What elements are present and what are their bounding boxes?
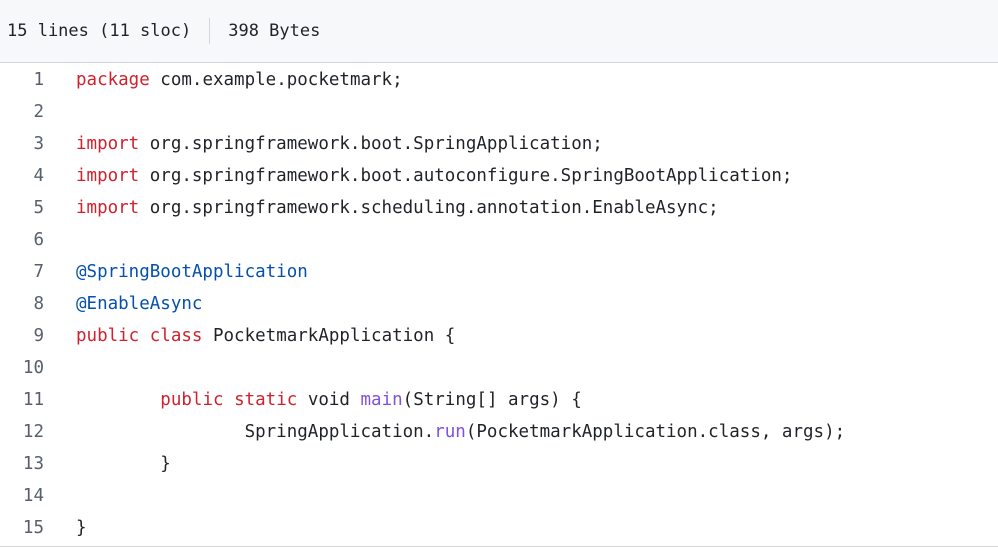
keyword-token: public bbox=[160, 390, 224, 410]
code-view-bottom-border bbox=[0, 546, 998, 547]
line-code: public class PocketmarkApplication { bbox=[76, 320, 455, 352]
line-number[interactable]: 11 bbox=[0, 384, 44, 416]
code-line: 2 bbox=[0, 96, 998, 128]
code-line: 5 import org.springframework.scheduling.a… bbox=[0, 192, 998, 224]
keyword-token: import bbox=[76, 134, 140, 154]
line-count: 15 lines (11 sloc) bbox=[7, 21, 192, 41]
keyword-token: public bbox=[76, 326, 140, 346]
line-number[interactable]: 15 bbox=[0, 512, 44, 544]
code-line: 8 @EnableAsync bbox=[0, 288, 998, 320]
line-code: @SpringBootApplication bbox=[76, 256, 308, 288]
annotation-token: @SpringBootApplication bbox=[76, 262, 308, 282]
code-token: org.springframework.boot.SpringApplicati… bbox=[139, 134, 603, 154]
code-token: } bbox=[76, 454, 171, 474]
function-name-token: run bbox=[434, 422, 466, 442]
line-number[interactable]: 13 bbox=[0, 448, 44, 480]
line-number[interactable]: 4 bbox=[0, 160, 44, 192]
file-size: 398 Bytes bbox=[228, 21, 321, 41]
line-code: import org.springframework.boot.autoconf… bbox=[76, 160, 792, 192]
code-token: PocketmarkApplication { bbox=[202, 326, 456, 346]
code-line: 10 bbox=[0, 352, 998, 384]
code-line: 4 import org.springframework.boot.autocon… bbox=[0, 160, 998, 192]
code-token: org.springframework.boot.autoconfigure.S… bbox=[139, 166, 793, 186]
line-number[interactable]: 9 bbox=[0, 320, 44, 352]
code-line: 11 public static void main(String[] args… bbox=[0, 384, 998, 416]
code-line: 9 public class PocketmarkApplication { bbox=[0, 320, 998, 352]
code-token: SpringApplication. bbox=[76, 422, 435, 442]
keyword-token: import bbox=[76, 166, 140, 186]
line-code: } bbox=[76, 512, 87, 544]
line-number[interactable]: 3 bbox=[0, 128, 44, 160]
line-number[interactable]: 5 bbox=[0, 192, 44, 224]
code-line: 13 } bbox=[0, 448, 998, 480]
line-number[interactable]: 7 bbox=[0, 256, 44, 288]
line-code: SpringApplication.run(PocketmarkApplicat… bbox=[76, 416, 846, 448]
code-line: 15} bbox=[0, 512, 998, 544]
line-number[interactable]: 6 bbox=[0, 224, 44, 256]
code-line: 7 @SpringBootApplication bbox=[0, 256, 998, 288]
code-token: com.example.pocketmark; bbox=[149, 70, 403, 90]
code-line: 6 bbox=[0, 224, 998, 256]
code-line: 12 SpringApplication.run(PocketmarkAppli… bbox=[0, 416, 998, 448]
code-view: 1 package com.example.pocketmark; 2 3 import… bbox=[0, 64, 998, 546]
line-code: import org.springframework.scheduling.an… bbox=[76, 192, 719, 224]
line-code: } bbox=[76, 448, 171, 480]
line-code: package com.example.pocketmark; bbox=[76, 64, 403, 96]
code-line: 14 bbox=[0, 480, 998, 512]
line-code: public static void main(String[] args) { bbox=[76, 384, 582, 416]
keyword-token: class bbox=[149, 326, 203, 346]
keyword-token: static bbox=[234, 390, 298, 410]
code-token: org.springframework.scheduling.annotatio… bbox=[139, 198, 719, 218]
code-token: } bbox=[76, 518, 87, 538]
code-line: 1 package com.example.pocketmark; bbox=[0, 64, 998, 96]
line-number[interactable]: 10 bbox=[0, 352, 44, 384]
line-code: @EnableAsync bbox=[76, 288, 202, 320]
line-code: import org.springframework.boot.SpringAp… bbox=[76, 128, 603, 160]
code-token: (String[] args) { bbox=[402, 390, 582, 410]
code-token: void bbox=[297, 390, 361, 410]
keyword-token: import bbox=[76, 198, 140, 218]
code-token: (PocketmarkApplication.class, args); bbox=[465, 422, 846, 442]
code-line: 3 import org.springframework.boot.SpringA… bbox=[0, 128, 998, 160]
line-number[interactable]: 2 bbox=[0, 96, 44, 128]
line-number[interactable]: 12 bbox=[0, 416, 44, 448]
line-number[interactable]: 14 bbox=[0, 480, 44, 512]
file-info-bar: 15 lines (11 sloc) 398 Bytes bbox=[0, 0, 998, 63]
keyword-token: package bbox=[76, 70, 150, 90]
function-name-token: main bbox=[360, 390, 403, 410]
line-number[interactable]: 1 bbox=[0, 64, 44, 96]
annotation-token: @EnableAsync bbox=[76, 294, 203, 314]
line-number[interactable]: 8 bbox=[0, 288, 44, 320]
